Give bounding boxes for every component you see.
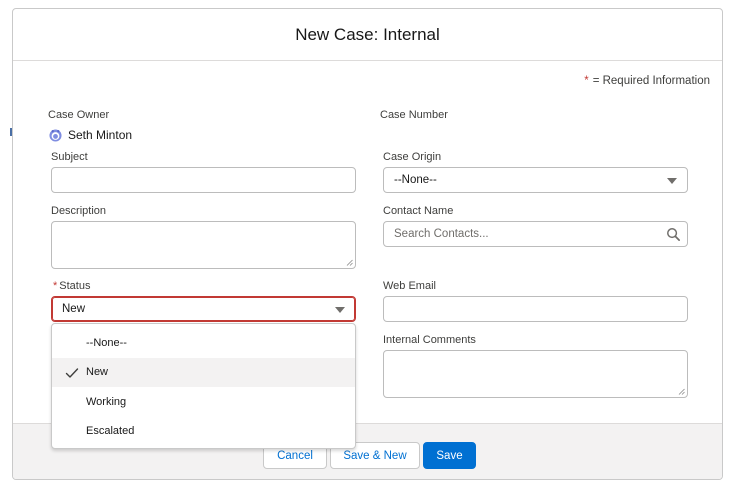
resize-handle-icon[interactable] (678, 388, 685, 395)
check-icon (65, 367, 79, 378)
subject-input[interactable] (51, 167, 356, 193)
case-owner-label: Case Owner (48, 109, 110, 121)
contact-name-search[interactable]: Search Contacts... (383, 221, 688, 247)
web-email-label: Web Email (383, 280, 436, 292)
chevron-down-icon (335, 307, 345, 313)
status-option-none[interactable]: --None-- (52, 328, 355, 358)
required-information-note: * = Required Information (584, 75, 710, 87)
case-origin-label: Case Origin (383, 151, 442, 163)
internal-comments-textarea[interactable] (383, 350, 688, 398)
search-icon[interactable] (666, 227, 681, 242)
case-owner-name: Seth Minton (68, 128, 133, 142)
status-dropdown-listbox: --None-- New Working Escalated (51, 323, 356, 449)
status-label-text: Status (59, 280, 91, 292)
contact-name-label: Contact Name (383, 205, 454, 217)
description-label: Description (51, 205, 107, 217)
status-option-label: Escalated (86, 425, 135, 438)
status-option-label: Working (86, 395, 127, 408)
status-value: New (62, 303, 86, 315)
modal-title: New Case: Internal (295, 24, 440, 44)
modal-header: New Case: Internal (13, 9, 722, 61)
required-star: * (584, 75, 589, 87)
case-number-label: Case Number (380, 109, 448, 121)
status-option-new[interactable]: New (52, 357, 355, 387)
subject-label: Subject (51, 151, 88, 163)
web-email-input[interactable] (383, 296, 688, 322)
contact-name-placeholder: Search Contacts... (394, 228, 489, 240)
status-label: * Status (53, 280, 90, 292)
background-left-edge (0, 0, 12, 488)
required-information-text: = Required Information (592, 75, 710, 87)
internal-comments-label: Internal Comments (383, 334, 476, 346)
status-option-escalated[interactable]: Escalated (52, 417, 355, 447)
user-avatar-icon (49, 128, 62, 142)
case-origin-select[interactable]: --None-- (383, 167, 688, 193)
case-owner-value[interactable]: Seth Minton (49, 128, 132, 142)
save-button[interactable]: Save (423, 442, 476, 469)
status-option-label: New (86, 366, 109, 379)
status-option-label: --None-- (86, 336, 127, 349)
description-textarea[interactable] (51, 221, 356, 269)
resize-handle-icon[interactable] (346, 259, 353, 266)
status-option-working[interactable]: Working (52, 387, 355, 417)
status-required-star: * (53, 280, 58, 292)
case-origin-value: --None-- (394, 174, 437, 186)
status-select[interactable]: New (51, 296, 356, 322)
chevron-down-icon (667, 178, 677, 184)
